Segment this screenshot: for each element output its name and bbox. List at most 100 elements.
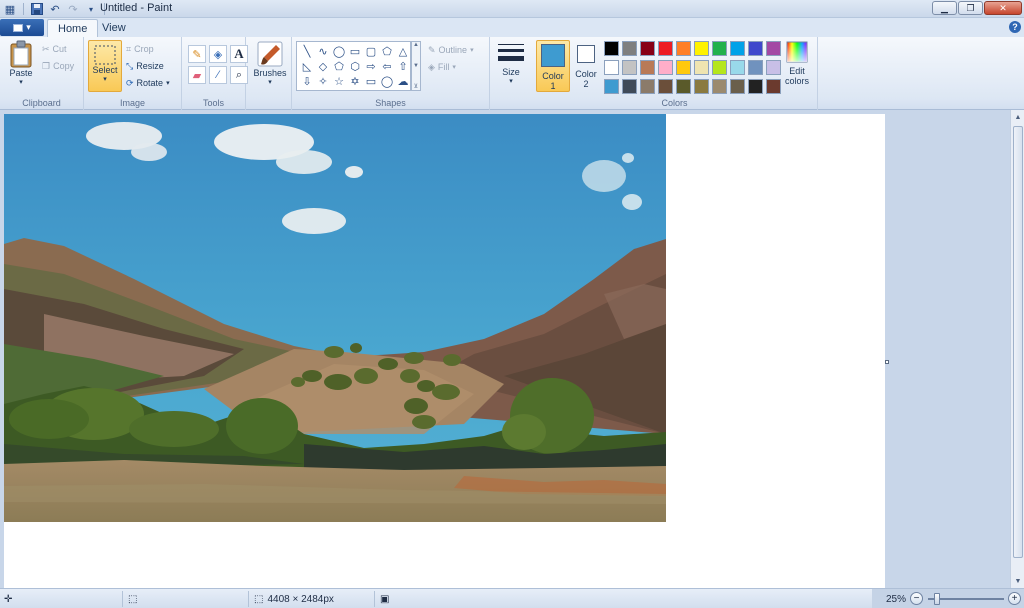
cloud-callout-shape-icon[interactable]: ☁	[395, 74, 411, 89]
six-point-star-shape-icon[interactable]: ✡	[347, 74, 363, 89]
canvas-workspace[interactable]	[0, 110, 1010, 588]
scroll-up-arrow-icon[interactable]: ▲	[1011, 110, 1024, 124]
undo-icon[interactable]: ↶	[47, 1, 63, 17]
diamond-shape-icon[interactable]: ◇	[315, 59, 331, 74]
palette-swatch[interactable]	[640, 79, 655, 94]
oval-shape-icon[interactable]: ◯	[331, 44, 347, 59]
palette-swatch[interactable]	[676, 79, 691, 94]
scroll-down-icon[interactable]: ▼	[413, 63, 419, 69]
cut-button[interactable]: ✂ Cut	[42, 42, 67, 56]
palette-swatch[interactable]	[712, 60, 727, 75]
crop-button[interactable]: ⌗ Crop	[126, 42, 154, 56]
paste-dropdown-arrow-icon[interactable]: ▾	[19, 78, 23, 86]
four-point-star-shape-icon[interactable]: ✧	[315, 74, 331, 89]
status-bar: ✛ ⬚ ⬚ 4408 × 2484px ▣ 25% − +	[0, 588, 1024, 608]
canvas[interactable]	[4, 114, 885, 588]
palette-swatch[interactable]	[712, 79, 727, 94]
select-dropdown-arrow-icon[interactable]: ▾	[103, 75, 107, 83]
canvas-resize-handle-right[interactable]	[885, 360, 889, 364]
outline-button[interactable]: ✎ Outline ▾	[428, 43, 474, 57]
palette-swatch[interactable]	[748, 79, 763, 94]
left-arrow-shape-icon[interactable]: ⇦	[379, 59, 395, 74]
minimize-button[interactable]: ▁	[932, 1, 957, 15]
tab-view[interactable]: View	[92, 19, 136, 37]
rounded-rectangle-shape-icon[interactable]: ▢	[363, 44, 379, 59]
hexagon-shape-icon[interactable]: ⬡	[347, 59, 363, 74]
palette-swatch[interactable]	[730, 41, 745, 56]
palette-swatch[interactable]	[640, 41, 655, 56]
disk-icon: ▣	[380, 593, 390, 605]
shapes-gallery-scroll[interactable]: ▲ ▼ ⊻	[411, 41, 421, 91]
palette-swatch[interactable]	[658, 79, 673, 94]
brushes-button[interactable]: Brushes ▾	[252, 40, 288, 86]
palette-swatch[interactable]	[694, 41, 709, 56]
vertical-scrollbar[interactable]: ▲ ▼	[1010, 110, 1024, 588]
customize-qat-icon[interactable]: ▾	[83, 1, 99, 17]
up-arrow-shape-icon[interactable]: ⇧	[395, 59, 411, 74]
palette-swatch[interactable]	[748, 60, 763, 75]
redo-icon[interactable]: ↷	[65, 1, 81, 17]
scroll-up-icon[interactable]: ▲	[413, 42, 419, 48]
rotate-button[interactable]: ⟳ Rotate ▾	[126, 76, 170, 90]
triangle-shape-icon[interactable]: △	[395, 44, 411, 59]
landscape-painting[interactable]	[4, 114, 666, 522]
palette-swatch[interactable]	[658, 60, 673, 75]
oval-callout-shape-icon[interactable]: ◯	[379, 74, 395, 89]
palette-swatch[interactable]	[658, 41, 673, 56]
zoom-out-button[interactable]: −	[910, 592, 923, 605]
rectangle-shape-icon[interactable]: ▭	[347, 44, 363, 59]
scroll-down-arrow-icon[interactable]: ▼	[1011, 574, 1024, 588]
expand-gallery-icon[interactable]: ⊻	[414, 83, 418, 90]
color1-button[interactable]: Color 1	[536, 40, 570, 92]
palette-swatch[interactable]	[712, 41, 727, 56]
palette-swatch[interactable]	[766, 41, 781, 56]
paint-menu-button[interactable]: ▾	[0, 19, 44, 36]
five-point-star-shape-icon[interactable]: ☆	[331, 74, 347, 89]
palette-swatch[interactable]	[730, 60, 745, 75]
palette-swatch[interactable]	[694, 60, 709, 75]
palette-swatch[interactable]	[676, 60, 691, 75]
maximize-button[interactable]: ❐	[958, 1, 983, 15]
palette-swatch[interactable]	[604, 41, 619, 56]
palette-swatch[interactable]	[766, 60, 781, 75]
right-arrow-shape-icon[interactable]: ⇨	[363, 59, 379, 74]
paste-button[interactable]: Paste ▾	[6, 40, 36, 86]
close-button[interactable]: ✕	[984, 1, 1022, 15]
copy-button[interactable]: ❐ Copy	[42, 59, 74, 73]
palette-swatch[interactable]	[604, 60, 619, 75]
palette-swatch[interactable]	[694, 79, 709, 94]
help-icon[interactable]: ?	[1009, 21, 1021, 33]
right-triangle-shape-icon[interactable]: ◺	[299, 59, 315, 74]
palette-swatch[interactable]	[622, 60, 637, 75]
pentagon-shape-icon[interactable]: ⬠	[331, 59, 347, 74]
pencil-tool[interactable]: ✎	[188, 45, 206, 63]
eraser-tool[interactable]: ▰	[188, 66, 206, 84]
size-button[interactable]: Size ▾	[496, 43, 526, 85]
zoom-slider-thumb[interactable]	[934, 593, 940, 605]
fill-tool[interactable]: ◈	[209, 45, 227, 63]
palette-swatch[interactable]	[622, 41, 637, 56]
resize-button[interactable]: ⤡ Resize	[126, 59, 164, 73]
palette-swatch[interactable]	[748, 41, 763, 56]
curve-shape-icon[interactable]: ∿	[315, 44, 331, 59]
color-picker-tool[interactable]: ⁄	[209, 66, 227, 84]
palette-swatch[interactable]	[640, 60, 655, 75]
fill-button[interactable]: ◈ Fill ▾	[428, 60, 456, 74]
save-icon[interactable]	[29, 1, 45, 17]
color2-button[interactable]: Color 2	[572, 43, 600, 89]
polygon-shape-icon[interactable]: ⬠	[379, 44, 395, 59]
paint-app-icon[interactable]: ▦	[2, 1, 18, 17]
palette-swatch[interactable]	[604, 79, 619, 94]
zoom-in-button[interactable]: +	[1008, 592, 1021, 605]
palette-swatch[interactable]	[766, 79, 781, 94]
edit-colors-button[interactable]: Edit colors	[780, 41, 814, 86]
palette-swatch[interactable]	[622, 79, 637, 94]
down-arrow-shape-icon[interactable]: ⇩	[299, 74, 315, 89]
palette-swatch[interactable]	[676, 41, 691, 56]
rounded-callout-shape-icon[interactable]: ▭	[363, 74, 379, 89]
tab-home[interactable]: Home	[47, 19, 99, 37]
scrollbar-thumb[interactable]	[1013, 126, 1023, 558]
select-button[interactable]: Select ▾	[88, 40, 122, 92]
line-shape-icon[interactable]: ╲	[299, 44, 315, 59]
palette-swatch[interactable]	[730, 79, 745, 94]
